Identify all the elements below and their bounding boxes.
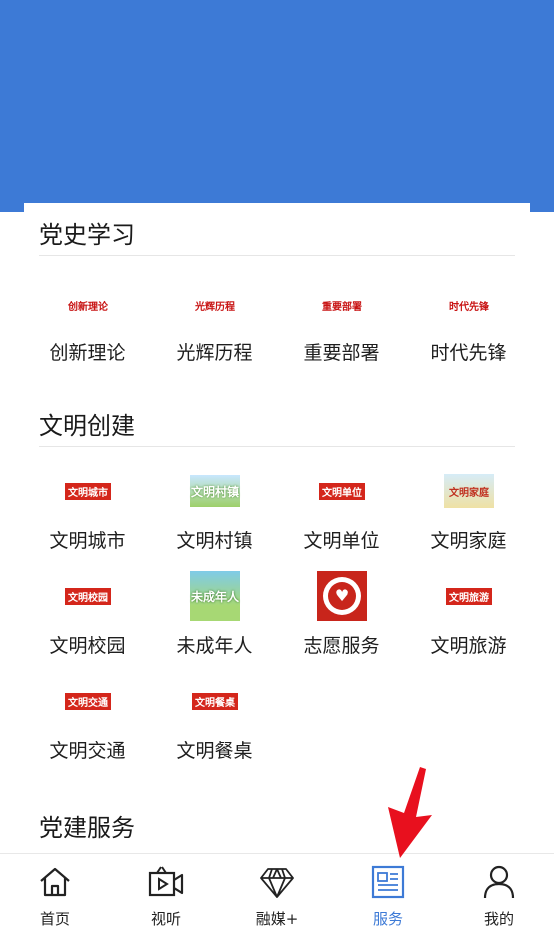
grid-item-guanghui[interactable]: 光辉历程 光辉历程 <box>151 280 278 385</box>
grid-item-label: 文明校园 <box>49 635 126 657</box>
tab-service[interactable]: 服务 <box>333 854 443 936</box>
grid-item-wenming-chengshi[interactable]: 文明城市 文明城市 <box>24 466 151 571</box>
section-title: 党史学习 <box>39 221 135 249</box>
thumbnail: 文明单位 <box>317 466 367 516</box>
grid-item-wenming-danwei[interactable]: 文明单位 文明单位 <box>278 466 405 571</box>
grid-item-label: 文明家庭 <box>430 530 507 552</box>
grid-item-weichengnianren[interactable]: 未成年人 未成年人 <box>151 571 278 676</box>
grid-item-chuangxin[interactable]: 创新理论 创新理论 <box>24 280 151 385</box>
grid-item-label: 文明旅游 <box>430 635 507 657</box>
tab-home[interactable]: 首页 <box>0 854 110 936</box>
user-icon <box>483 865 515 899</box>
video-icon <box>148 866 184 897</box>
section-wenming: 文明创建 <box>39 406 515 447</box>
grid-item-zhongyao[interactable]: 重要部署 重要部署 <box>278 280 405 385</box>
thumbnail: 文明校园 <box>63 571 113 621</box>
thumbnail: 文明交通 <box>63 676 113 726</box>
grid-item-wenming-cunzhen[interactable]: 文明村镇 文明村镇 <box>151 466 278 571</box>
grid-item-label: 未成年人 <box>176 635 253 657</box>
header-banner <box>0 0 554 212</box>
thumbnail: 文明餐桌 <box>190 676 240 726</box>
grid-item-label: 重要部署 <box>303 342 380 364</box>
tab-label: 视听 <box>150 910 181 928</box>
section-title: 文明创建 <box>39 412 135 440</box>
grid-item-wenming-canzhuo[interactable]: 文明餐桌 文明餐桌 <box>151 676 278 781</box>
tab-media[interactable]: 融媒+ <box>222 854 332 936</box>
grid-item-shidai[interactable]: 时代先锋 时代先锋 <box>405 280 532 385</box>
tab-label: 首页 <box>39 910 70 928</box>
tab-video[interactable]: 视听 <box>111 854 221 936</box>
volunteer-logo-icon: ♥ <box>317 571 367 621</box>
section-dangjian: 党建服务 <box>39 808 515 848</box>
annotation-arrow-icon <box>388 767 432 858</box>
section-dangshi: 党史学习 <box>39 215 515 256</box>
news-icon <box>371 865 405 899</box>
grid-item-wenming-xiaoyuan[interactable]: 文明校园 文明校园 <box>24 571 151 676</box>
tab-label: 融媒+ <box>255 910 299 928</box>
tab-label: 我的 <box>483 910 514 928</box>
thumbnail: 时代先锋 <box>449 301 489 313</box>
thumbnail: 重要部署 <box>322 301 362 313</box>
grid-item-label: 文明村镇 <box>176 530 253 552</box>
section-divider <box>39 446 515 447</box>
grid-item-label: 志愿服务 <box>303 635 380 657</box>
thumbnail: 创新理论 <box>68 301 108 313</box>
grid-item-zhiyuan-fuwu[interactable]: ♥ 志愿服务 <box>278 571 405 676</box>
thumbnail: 光辉历程 <box>195 301 235 313</box>
section-title: 党建服务 <box>39 814 135 842</box>
grid-item-label: 文明交通 <box>49 740 126 762</box>
thumbnail: 文明家庭 <box>444 466 494 516</box>
diamond-icon <box>260 868 294 898</box>
grid-item-label: 文明单位 <box>303 530 380 552</box>
section-divider <box>39 255 515 256</box>
grid-item-label: 文明城市 <box>49 530 126 552</box>
grid-item-label: 创新理论 <box>49 342 126 364</box>
grid-item-label: 时代先锋 <box>430 342 507 364</box>
thumbnail: 文明旅游 <box>444 571 494 621</box>
grid-item-wenming-lvyou[interactable]: 文明旅游 文明旅游 <box>405 571 532 676</box>
bottom-tab-bar: 首页 视听 融媒+ 服务 我的 <box>0 853 554 936</box>
grid-item-wenming-jiating[interactable]: 文明家庭 文明家庭 <box>405 466 532 571</box>
tab-mine[interactable]: 我的 <box>444 854 554 936</box>
grid-item-label: 文明餐桌 <box>176 740 253 762</box>
grid-item-wenming-jiaotong[interactable]: 文明交通 文明交通 <box>24 676 151 781</box>
home-icon <box>40 867 70 897</box>
thumbnail: 未成年人 <box>190 571 240 621</box>
thumbnail: 文明村镇 <box>190 466 240 516</box>
tab-label: 服务 <box>372 910 403 928</box>
thumbnail: 文明城市 <box>63 466 113 516</box>
grid-item-label: 光辉历程 <box>176 342 253 364</box>
